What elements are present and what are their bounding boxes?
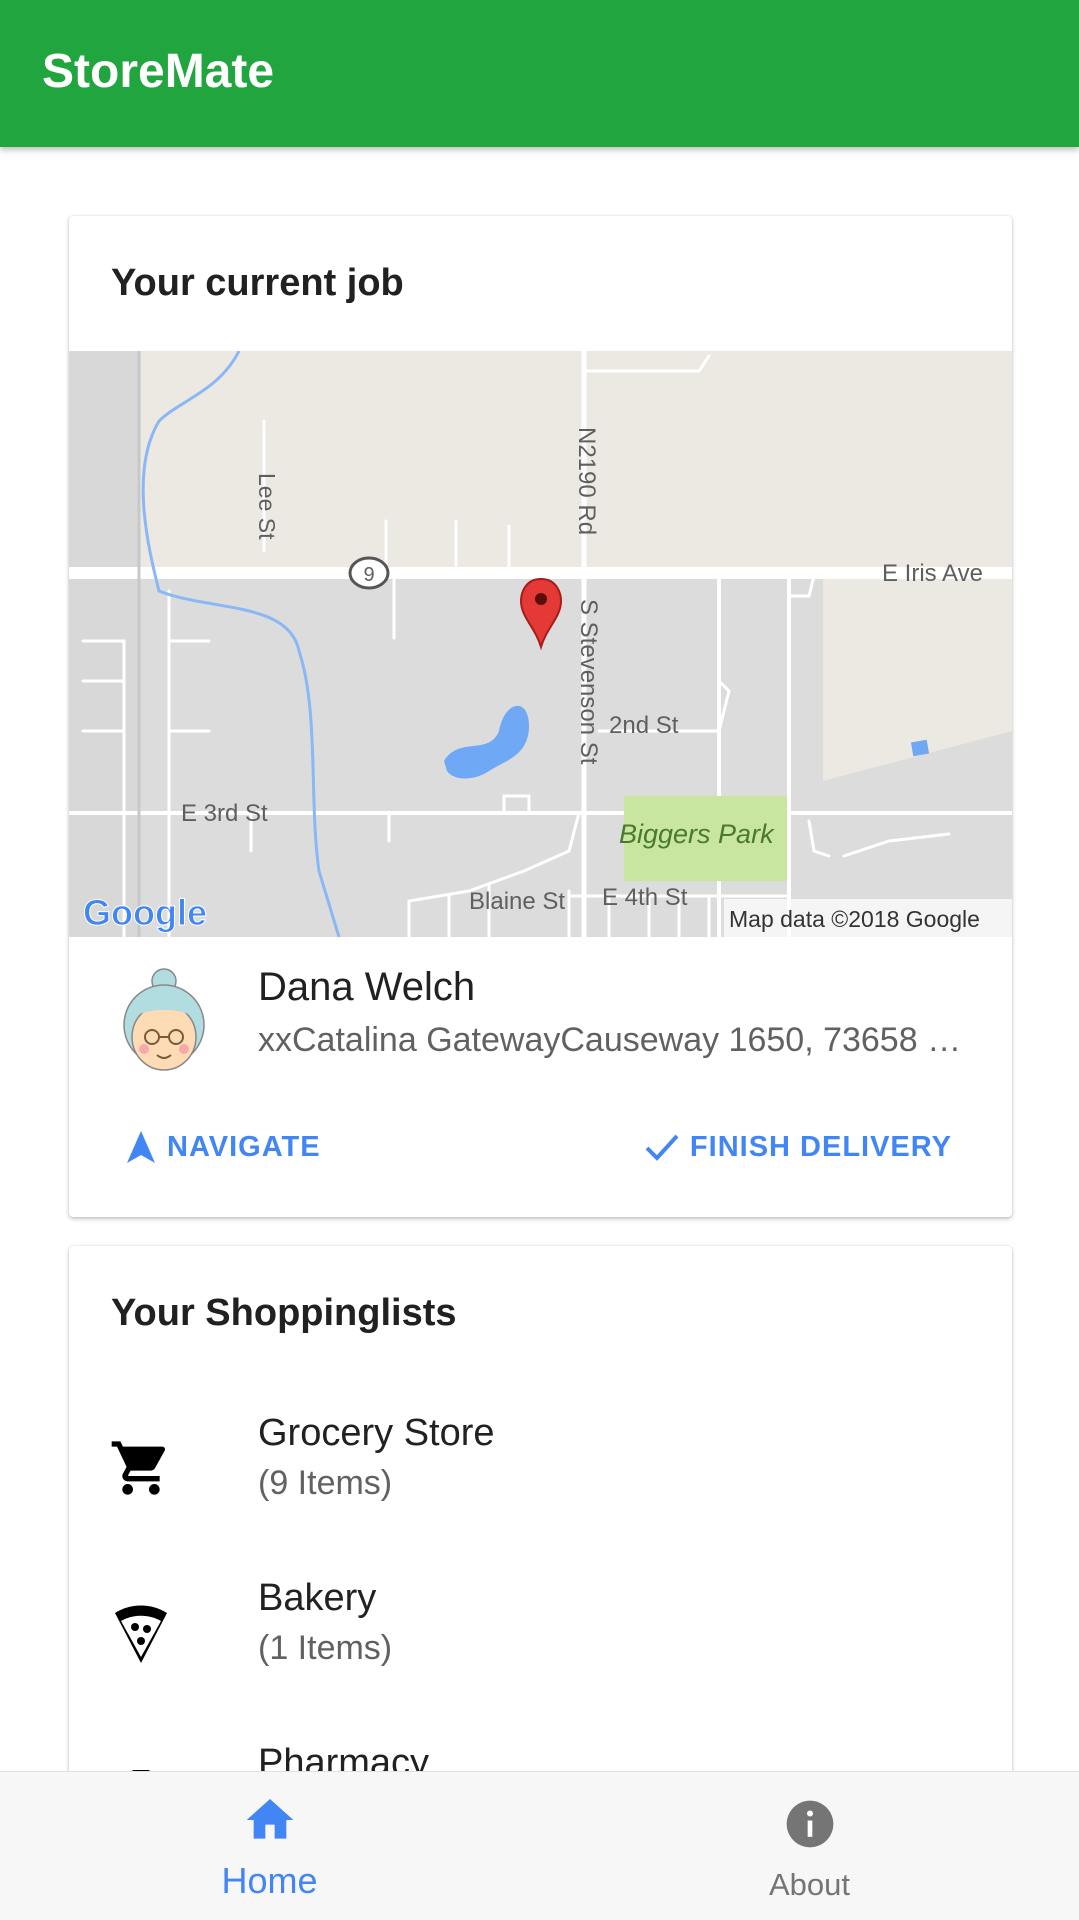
current-job-card: Your current job 9 Lee St N2190 Rd E Iri…: [69, 216, 1012, 1217]
nav-home-label: Home: [221, 1860, 318, 1901]
navigation-arrow-icon: [127, 1131, 155, 1163]
navigate-button[interactable]: NAVIGATE: [125, 1107, 321, 1187]
nav-about[interactable]: About: [540, 1772, 1079, 1920]
pizza-icon: [115, 1605, 167, 1663]
map-label-e-iris-ave: E Iris Ave: [882, 560, 983, 587]
list-item-grocery-store[interactable]: Grocery Store (9 Items): [69, 1396, 1012, 1546]
list-title: Grocery Store: [258, 1412, 495, 1454]
map-attribution[interactable]: Map data ©2018 Google: [729, 906, 980, 932]
list-item-bakery[interactable]: Bakery (1 Items): [69, 1561, 1012, 1711]
list-item-pharmacy[interactable]: Pharmacy: [69, 1726, 1012, 1771]
info-icon: [786, 1800, 833, 1848]
finish-delivery-button[interactable]: FINISH DELIVERY: [644, 1107, 952, 1187]
app-bar: StoreMate: [0, 0, 1079, 147]
grandma-avatar: [123, 968, 205, 1071]
main-content[interactable]: Your current job 9 Lee St N2190 Rd E Iri…: [0, 147, 1079, 1771]
customer-name: Dana Welch: [258, 965, 476, 1009]
bottom-navigation: Home About: [0, 1771, 1079, 1920]
list-title: Bakery: [258, 1577, 377, 1619]
nav-about-label: About: [768, 1867, 850, 1902]
check-icon: [645, 1134, 679, 1161]
map-label-lee-st: Lee St: [254, 473, 280, 540]
customer-address: xxCatalina GatewayCauseway 1650, 73658 S…: [258, 1021, 968, 1059]
home-icon: [246, 1799, 293, 1839]
list-count: (9 Items): [258, 1464, 393, 1502]
list-title: Pharmacy: [258, 1742, 430, 1771]
job-map[interactable]: 9 Lee St N2190 Rd E Iris Ave S Stevenson…: [69, 351, 1012, 937]
navigate-label: NAVIGATE: [167, 1130, 321, 1163]
google-logo: Google: [83, 892, 207, 933]
customer-row: Dana Welch xxCatalina GatewayCauseway 16…: [69, 937, 1012, 1087]
map-label-biggers-park: Biggers Park: [619, 819, 775, 849]
map-label-e-4th-st: E 4th St: [602, 884, 688, 911]
shoppinglists-card: Your Shoppinglists Grocery Store (9 Item…: [69, 1246, 1012, 1771]
app-title: StoreMate: [42, 45, 275, 98]
map-label-s-stevenson-st: S Stevenson St: [575, 599, 602, 765]
finish-delivery-label: FINISH DELIVERY: [689, 1130, 952, 1163]
list-count: (1 Items): [258, 1629, 393, 1667]
current-job-heading: Your current job: [111, 262, 404, 304]
map-canvas: 9 Lee St N2190 Rd E Iris Ave S Stevenson…: [69, 351, 1012, 937]
map-label-blaine-st: Blaine St: [469, 888, 565, 915]
cart-icon: [111, 1441, 166, 1495]
map-label-e-3rd-st: E 3rd St: [181, 800, 268, 827]
map-label-n2190-rd: N2190 Rd: [573, 427, 600, 535]
map-label-2nd-st: 2nd St: [609, 712, 679, 739]
shoppinglists-heading: Your Shoppinglists: [111, 1292, 457, 1334]
map-label-route-9: 9: [363, 564, 374, 586]
nav-home[interactable]: Home: [0, 1772, 539, 1920]
job-actions: NAVIGATE FINISH DELIVERY: [69, 1107, 1012, 1187]
